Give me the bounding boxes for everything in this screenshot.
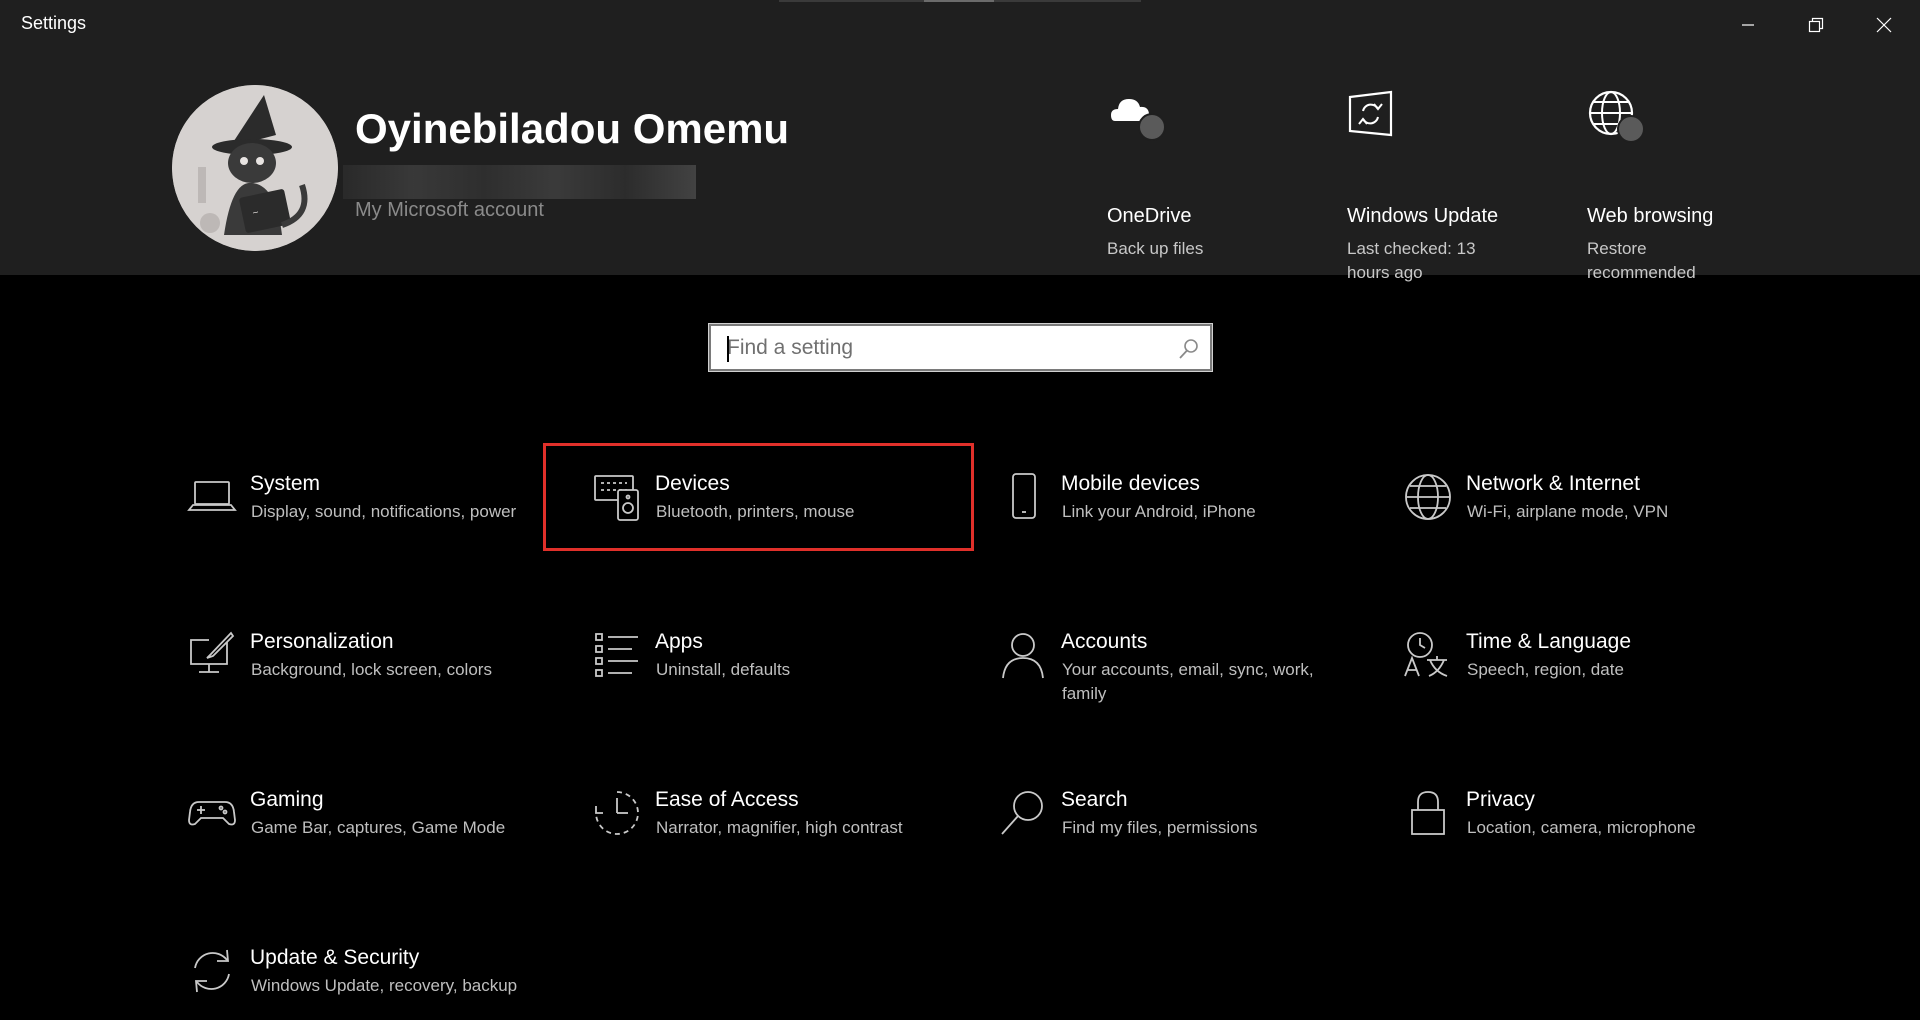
category-description: Background, lock screen, colors	[251, 660, 492, 679]
category-description: Uninstall, defaults	[656, 660, 791, 679]
category-time-language[interactable]: Time & Language Speech, region, date	[1391, 608, 1771, 728]
category-title: Network & Internet	[1466, 472, 1640, 495]
category-title: Time & Language	[1466, 630, 1631, 653]
category-description: Your accounts, email, sync, work, family	[1062, 660, 1314, 703]
category-gaming[interactable]: Gaming Game Bar, captures, Game Mode	[175, 766, 555, 886]
windows-update-icon	[1348, 90, 1393, 137]
category-title: Accounts	[1061, 630, 1148, 653]
category-title: Privacy	[1466, 788, 1535, 811]
sync-arrows-icon	[194, 949, 230, 993]
category-title: Gaming	[250, 788, 324, 811]
category-mobile-devices[interactable]: Mobile devices Link your Android, iPhone	[986, 450, 1366, 570]
restore-button[interactable]	[1782, 0, 1850, 49]
close-button[interactable]	[1850, 0, 1918, 49]
search-input[interactable]	[725, 332, 1165, 364]
category-description: Windows Update, recovery, backup	[251, 976, 518, 995]
quick-action-title: OneDrive	[1107, 205, 1192, 227]
user-name: Oyinebiladou Omemu	[355, 105, 790, 152]
title-bar: Settings	[0, 0, 1920, 49]
time-language-icon	[1404, 632, 1448, 677]
redacted-email	[343, 165, 696, 199]
category-title: Search	[1061, 788, 1128, 811]
web-browsing-globe-icon	[1588, 90, 1645, 143]
category-devices[interactable]: Devices Bluetooth, printers, mouse	[580, 450, 960, 570]
ease-of-access-icon	[595, 791, 639, 835]
globe-icon	[1405, 474, 1451, 520]
restore-icon	[1808, 17, 1824, 32]
search-icon[interactable]	[1178, 338, 1200, 360]
category-description: Speech, region, date	[1467, 660, 1624, 679]
gamepad-icon	[188, 801, 236, 826]
category-description: Link your Android, iPhone	[1062, 502, 1256, 521]
quick-action-subtitle: Back up files	[1107, 239, 1204, 258]
category-description: Game Bar, captures, Game Mode	[251, 818, 506, 837]
category-system[interactable]: System Display, sound, notifications, po…	[175, 450, 555, 570]
magnifier-icon	[1001, 791, 1043, 835]
category-description: Display, sound, notifications, power	[251, 502, 517, 521]
close-icon	[1876, 17, 1892, 32]
laptop-icon	[187, 481, 237, 511]
category-description: Find my files, permissions	[1062, 818, 1258, 837]
minimize-icon	[1742, 23, 1754, 26]
category-network-internet[interactable]: Network & Internet Wi-Fi, airplane mode,…	[1391, 450, 1771, 570]
category-title: Personalization	[250, 630, 394, 653]
category-title: Apps	[655, 630, 703, 653]
quick-action-subtitle: Restore recommended	[1587, 239, 1696, 282]
my-microsoft-account-link[interactable]: My Microsoft account	[355, 199, 544, 222]
settings-search-box[interactable]	[708, 323, 1213, 372]
category-privacy[interactable]: Privacy Location, camera, microphone	[1391, 766, 1771, 886]
phone-icon	[1012, 473, 1036, 519]
category-description: Wi-Fi, airplane mode, VPN	[1467, 502, 1669, 521]
category-update-security[interactable]: Update & Security Windows Update, recove…	[175, 924, 555, 1020]
quick-action-title: Windows Update	[1347, 205, 1499, 227]
category-apps[interactable]: Apps Uninstall, defaults	[580, 608, 960, 728]
category-title: Devices	[655, 472, 730, 495]
quick-action-subtitle: Last checked: 13 hours ago	[1347, 239, 1476, 282]
onedrive-cloud-icon	[1111, 99, 1166, 141]
category-search[interactable]: Search Find my files, permissions	[986, 766, 1366, 886]
loading-indicator	[779, 0, 1141, 2]
avatar[interactable]: ~	[172, 85, 338, 251]
category-description: Bluetooth, printers, mouse	[656, 502, 855, 521]
category-ease-of-access[interactable]: Ease of Access Narrator, magnifier, high…	[580, 766, 960, 886]
category-description: Location, camera, microphone	[1467, 818, 1696, 837]
category-description: Narrator, magnifier, high contrast	[656, 818, 903, 837]
category-title: Mobile devices	[1061, 472, 1200, 495]
category-title: Ease of Access	[655, 788, 799, 811]
paint-brush-icon	[190, 631, 235, 673]
window-title: Settings	[21, 13, 87, 33]
category-title: System	[250, 472, 321, 495]
text-caret	[727, 336, 729, 362]
category-personalization[interactable]: Personalization Background, lock screen,…	[175, 608, 555, 728]
witch-cat-avatar-image: ~	[172, 85, 338, 251]
lock-icon	[1411, 791, 1445, 835]
account-header: ~ Oyinebiladou Omemu My Microsoft accoun…	[0, 49, 1920, 282]
person-icon	[1002, 633, 1044, 679]
quick-action-title: Web browsing	[1587, 205, 1714, 227]
apps-list-icon	[595, 633, 638, 677]
category-accounts[interactable]: Accounts Your accounts, email, sync, wor…	[986, 608, 1366, 728]
minimize-button[interactable]	[1714, 0, 1782, 49]
category-title: Update & Security	[250, 946, 420, 969]
devices-keyboard-speaker-icon	[594, 475, 639, 521]
